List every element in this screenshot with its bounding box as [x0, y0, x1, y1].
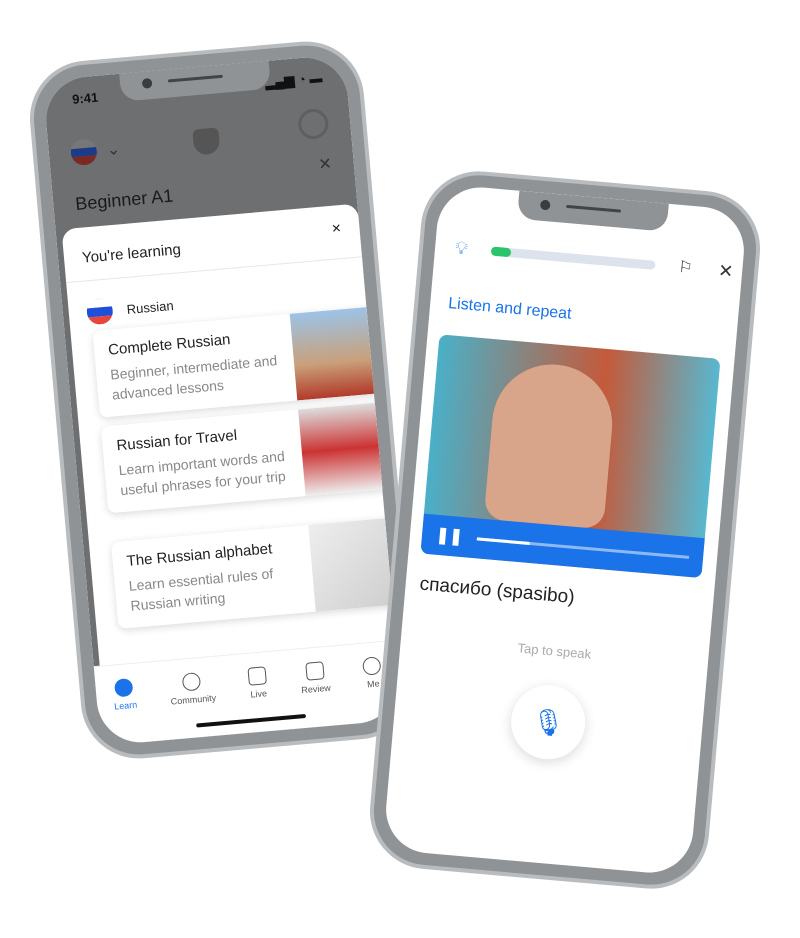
status-time: 9:41 — [71, 89, 99, 107]
close-icon[interactable]: ✕ — [318, 154, 333, 175]
live-icon — [247, 666, 267, 686]
close-icon[interactable]: ✕ — [717, 260, 734, 282]
russian-flag-icon — [85, 297, 114, 326]
chevron-down-icon: ⌄ — [106, 140, 121, 160]
language-name: Russian — [126, 297, 175, 317]
course-desc: Learn important words and useful phrases… — [118, 447, 287, 499]
community-icon — [182, 671, 202, 692]
person-icon — [362, 656, 382, 676]
course-card[interactable]: The Russian alphabet Learn essential rule… — [110, 516, 403, 629]
left-phone: 9:41 ▂▄▆ ◔ ▬ ⌄ ✕ Beginner A1 You're learn… — [25, 36, 420, 764]
nav-community[interactable]: Community — [168, 671, 219, 740]
lightbulb-icon[interactable]: 💡︎ — [454, 237, 468, 259]
russian-flag-icon — [69, 138, 98, 167]
tap-hint: Tap to speak — [517, 640, 592, 662]
youre-learning-sheet: You're learning ✕ Russian Complete Russi… — [61, 203, 403, 676]
lesson-progress-bar — [490, 246, 656, 270]
notch — [516, 190, 669, 232]
instruction: Listen and repeat — [447, 294, 573, 323]
course-desc: Beginner, intermediate and advanced less… — [109, 352, 278, 403]
microphone-icon: 🎙︎ — [530, 705, 566, 739]
video-player[interactable]: ❚❚ — [420, 334, 721, 579]
language-switcher[interactable]: ⌄ — [69, 136, 121, 167]
review-chart-icon — [304, 661, 325, 681]
nav-review[interactable]: Review — [299, 661, 334, 728]
globe-icon — [114, 677, 134, 698]
flag-report-icon[interactable]: ⚐ — [677, 257, 694, 278]
course-card[interactable]: Russian for Travel Learn important words … — [100, 401, 398, 514]
travel-image — [298, 401, 398, 497]
phrase: спасибо (spasibo) — [418, 573, 576, 609]
course-desc: Learn essential rules of Russian writing — [128, 565, 274, 614]
video-scrubber[interactable] — [476, 536, 690, 559]
close-icon[interactable]: ✕ — [331, 221, 342, 236]
microphone-button[interactable]: 🎙︎ — [508, 682, 589, 763]
pause-icon[interactable]: ❚❚ — [435, 525, 463, 547]
right-phone: 💡︎ ⚐ ✕ Listen and repeat ❚❚ спасибо (spa… — [365, 166, 765, 894]
kremlin-image — [289, 305, 389, 401]
speaker-image — [483, 359, 618, 530]
nav-learn[interactable]: Learn — [112, 677, 141, 745]
